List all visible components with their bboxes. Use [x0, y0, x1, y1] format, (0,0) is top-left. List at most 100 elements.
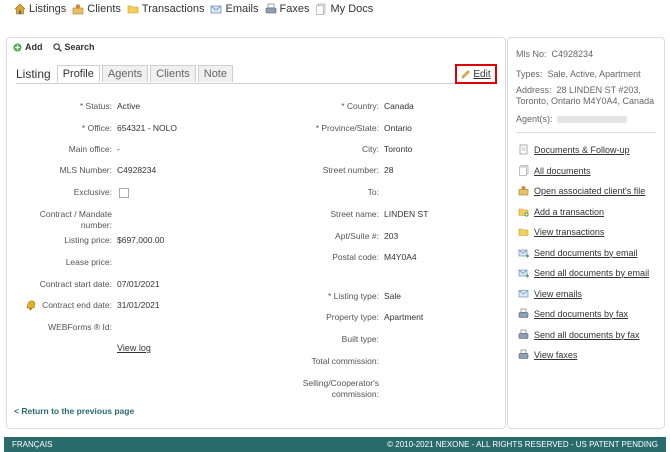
open-client-file-label: Open associated client's file [534, 185, 646, 196]
view-faxes-label: View faxes [534, 349, 578, 360]
total-commission-label: Total commission: [311, 356, 379, 366]
nav-clients[interactable]: Clients [72, 3, 121, 15]
send-all-documents-email-link[interactable]: Send all documents by email [518, 267, 649, 278]
fax-icon [265, 3, 276, 14]
listing-price-label: Listing price: [64, 235, 112, 245]
add-folder-icon [518, 208, 529, 217]
listing-type-label: * Listing type: [327, 291, 379, 301]
property-type-value: Apartment [384, 312, 424, 322]
main-office-label: Main office: [68, 144, 112, 154]
all-documents-link[interactable]: All documents [518, 165, 591, 176]
address-info: Address: 28 LINDEN ST #203, Toronto, Ont… [516, 85, 664, 107]
view-faxes-link[interactable]: View faxes [518, 349, 577, 360]
nav-listings[interactable]: Listings [14, 3, 66, 15]
agents-info-label: Agent(s): [516, 114, 553, 124]
address-line2: Toronto, Ontario M4Y0A4, Canada [516, 96, 655, 106]
add-button-label: Add [25, 42, 43, 52]
listing-panel: Add Search Listing Profile Agents Client… [6, 37, 506, 429]
listing-toolbar: Add Search [13, 42, 95, 52]
view-log-link[interactable]: View log [117, 343, 151, 353]
built-type-label: Built type: [341, 334, 379, 344]
send-all-documents-fax-label: Send all documents by fax [534, 329, 640, 340]
open-client-file-link[interactable]: Open associated client's file [518, 185, 645, 196]
city-label: City: [362, 144, 379, 154]
tab-profile[interactable]: Profile [56, 65, 100, 82]
nav-mydocs-label: My Docs [330, 3, 374, 15]
tab-note[interactable]: Note [197, 65, 233, 82]
apt-suite-label: Apt/Suite #: [335, 231, 379, 241]
document-icon [519, 144, 528, 155]
agent-name-redacted [556, 116, 627, 123]
office-label: * Office: [81, 123, 112, 133]
mls-info-value: C4928234 [551, 49, 594, 59]
add-button[interactable]: Add [13, 42, 43, 52]
send-documents-email-link[interactable]: Send documents by email [518, 247, 638, 258]
street-number-label: Street number: [322, 165, 379, 175]
nav-faxes[interactable]: Faxes [265, 3, 310, 15]
nav-emails-label: Emails [225, 3, 259, 15]
add-transaction-label: Add a transaction [534, 206, 605, 217]
search-button[interactable]: Search [52, 42, 95, 52]
contract-mandate-label: Contract / Mandate number: [39, 209, 112, 230]
agents-info: Agent(s): [516, 114, 627, 125]
cooperator-commission-label: Selling/Cooperator's commission: [302, 378, 379, 399]
nav-transactions[interactable]: Transactions [127, 3, 204, 15]
edit-button[interactable]: Edit [455, 64, 497, 84]
view-emails-link[interactable]: View emails [518, 288, 582, 299]
send-documents-fax-link[interactable]: Send documents by fax [518, 308, 628, 319]
view-transactions-link[interactable]: View transactions [518, 226, 604, 237]
postal-code-value: M4Y0A4 [384, 252, 417, 262]
types-info-label: Types: [516, 69, 543, 79]
email-send-all-icon [518, 269, 529, 278]
envelope-icon [211, 5, 222, 14]
view-emails-label: View emails [534, 288, 582, 299]
mls-info-label: Mls No: [516, 49, 547, 59]
province-label: * Province/State: [315, 123, 379, 133]
address-line1: 28 LINDEN ST #203, [556, 85, 641, 95]
folder-icon [127, 5, 139, 14]
send-all-documents-email-label: Send all documents by email [534, 267, 650, 278]
contract-start-label: Contract start date: [39, 279, 112, 289]
contract-end-value: 31/01/2021 [117, 300, 160, 310]
property-type-label: Property type: [326, 312, 379, 322]
return-link[interactable]: < Return to the previous page [14, 406, 134, 416]
add-icon [13, 42, 22, 52]
email-icon [518, 290, 529, 298]
nav-faxes-label: Faxes [279, 3, 310, 15]
apt-suite-value: 203 [384, 231, 399, 241]
copyright-text: © 2010-2021 NEXONE - ALL RIGHTS RESERVED… [387, 440, 658, 449]
view-transactions-label: View transactions [534, 226, 605, 237]
province-value: Ontario [384, 123, 412, 133]
contract-start-value: 07/01/2021 [117, 279, 160, 289]
exclusive-checkbox[interactable] [119, 188, 129, 198]
listing-price-value: $697,000.00 [117, 235, 165, 245]
mls-number-label: MLS Number: [59, 165, 112, 175]
nav-mydocs[interactable]: My Docs [315, 3, 373, 15]
mls-number-value: C4928234 [117, 165, 157, 175]
top-navigation: Listings Clients Transactions Emails Fax… [14, 2, 373, 16]
lease-price-label: Lease price: [65, 257, 112, 267]
tab-divider [16, 83, 497, 84]
street-number-value: 28 [384, 165, 394, 175]
to-label: To: [367, 187, 379, 197]
fax-send-all-icon [518, 329, 529, 339]
contract-end-label: Contract end date: [42, 300, 112, 310]
listing-tabs: Listing Profile Agents Clients Note [16, 65, 233, 82]
send-all-documents-fax-link[interactable]: Send all documents by fax [518, 329, 640, 340]
types-info-value: Sale, Active, Apartment [547, 69, 641, 79]
email-send-icon [518, 249, 529, 258]
add-transaction-link[interactable]: Add a transaction [518, 206, 604, 217]
tab-agents[interactable]: Agents [101, 65, 149, 82]
mls-info: Mls No: C4928234 [516, 49, 593, 60]
send-documents-fax-label: Send documents by fax [534, 308, 629, 319]
city-value: Toronto [384, 144, 413, 154]
fax-send-icon [518, 308, 529, 318]
tab-clients[interactable]: Clients [150, 65, 196, 82]
street-name-label: Street name: [330, 209, 379, 219]
documents-followup-link[interactable]: Documents & Follow-up [518, 144, 630, 155]
nav-emails[interactable]: Emails [210, 3, 259, 15]
exclusive-label: Exclusive: [73, 187, 112, 197]
address-info-label: Address: [516, 85, 552, 95]
status-label: * Status: [79, 101, 112, 111]
language-switch[interactable]: FRANÇAIS [12, 440, 52, 449]
